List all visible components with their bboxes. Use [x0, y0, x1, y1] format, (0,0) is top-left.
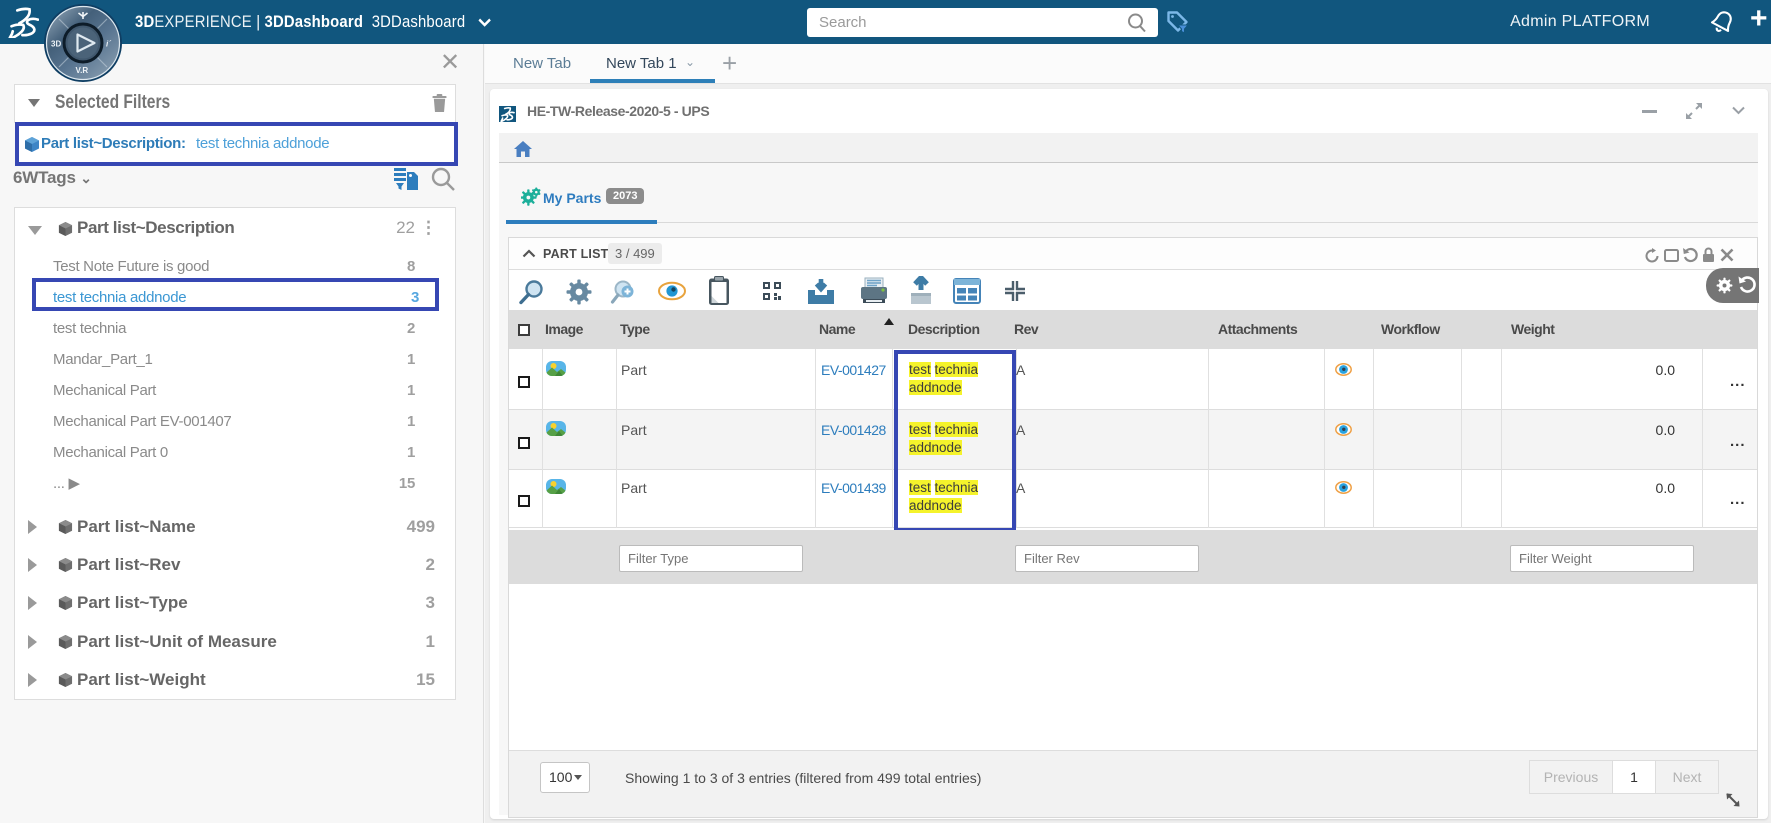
- svg-text:V.R: V.R: [76, 66, 89, 75]
- svg-text:3D: 3D: [51, 40, 61, 49]
